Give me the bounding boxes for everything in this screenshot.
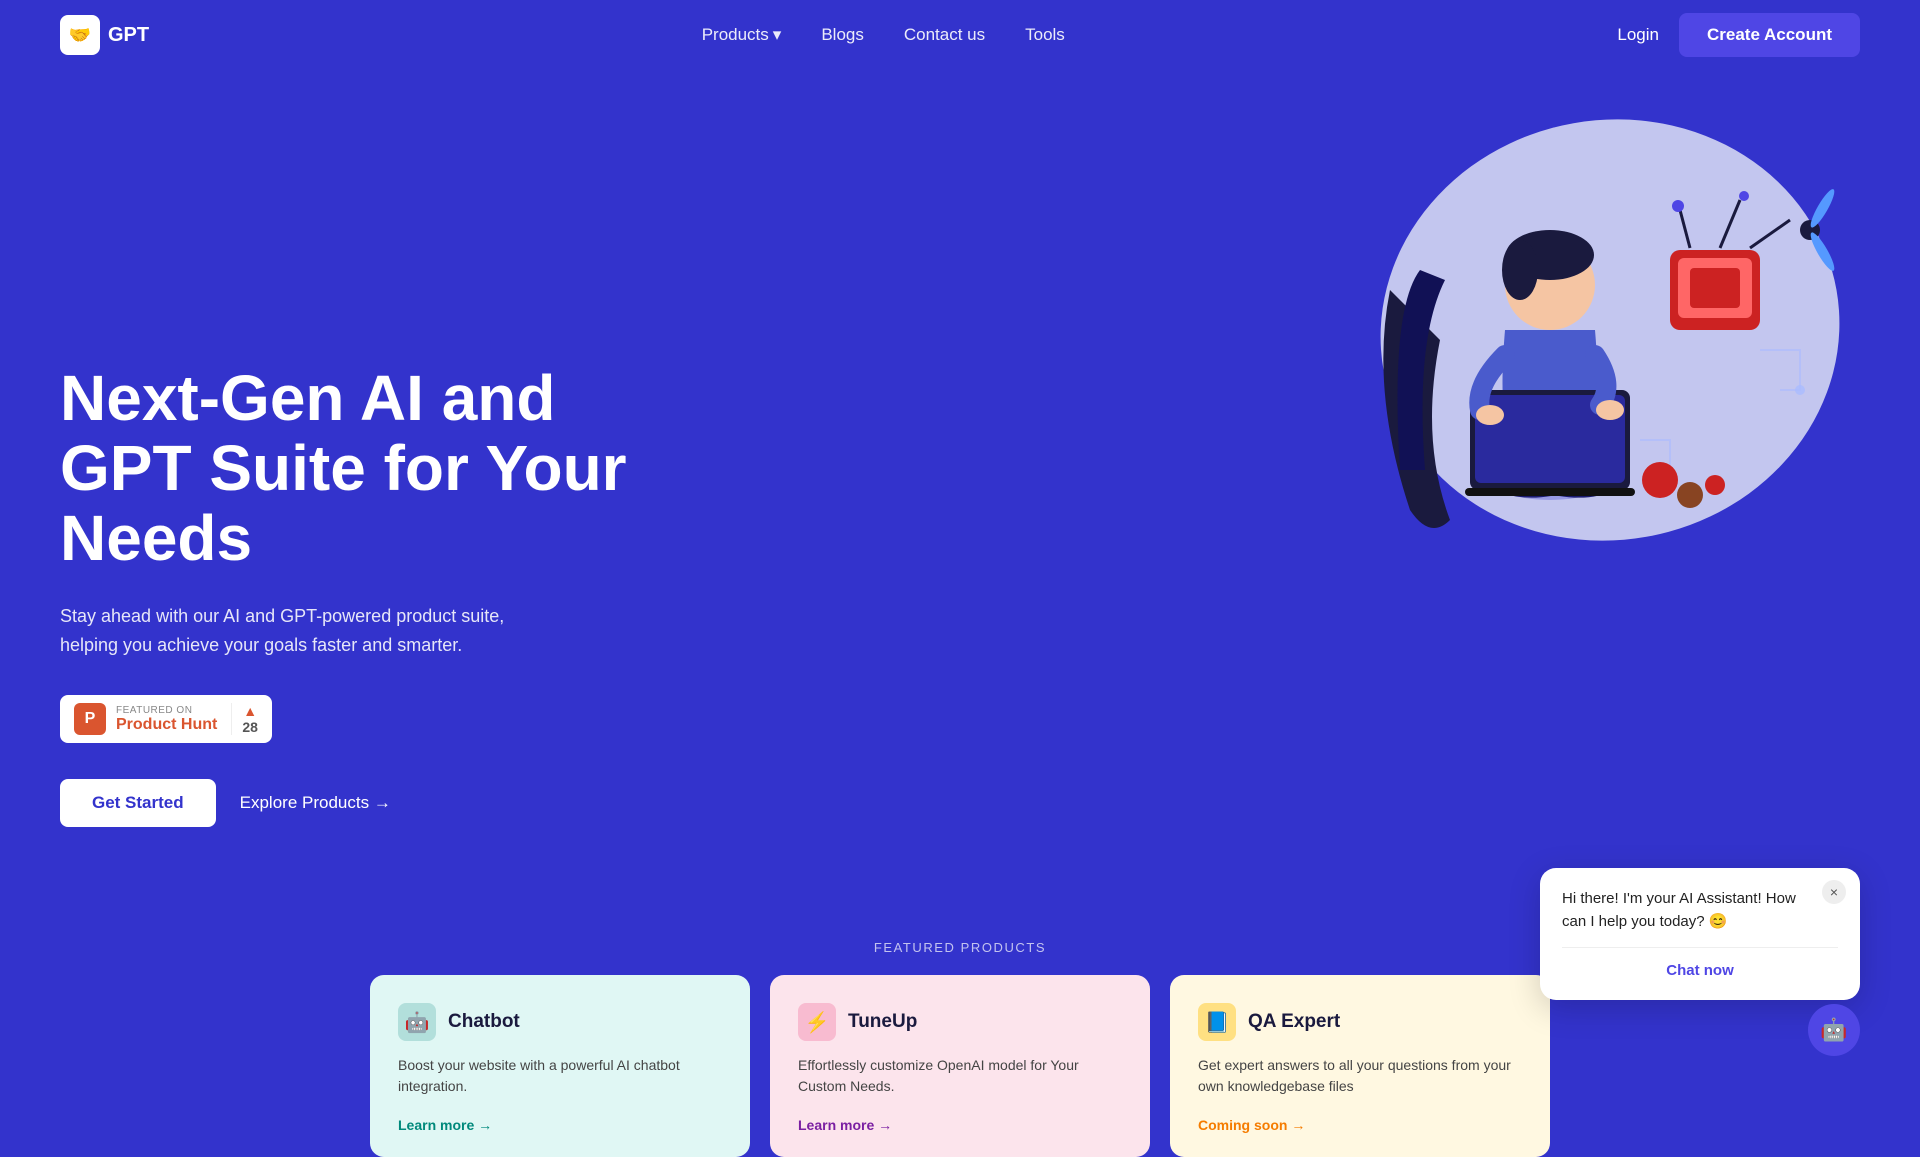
login-button[interactable]: Login	[1617, 25, 1659, 45]
chat-fab-button[interactable]: 🤖	[1808, 1004, 1860, 1056]
nav-link-tools[interactable]: Tools	[1025, 25, 1065, 44]
nav-actions: Login Create Account	[1617, 13, 1860, 57]
nav-link-products[interactable]: Products ▾	[702, 25, 782, 45]
hero-subtitle: Stay ahead with our AI and GPT-powered p…	[60, 602, 560, 660]
chevron-down-icon: ▾	[773, 25, 782, 45]
chat-close-button[interactable]: ×	[1822, 880, 1846, 904]
qa-card-header: 📘 QA Expert	[1198, 1003, 1522, 1041]
hero-content: Next-Gen AI and GPT Suite for Your Needs…	[60, 363, 680, 828]
ph-number: 28	[242, 719, 258, 735]
tuneup-title: TuneUp	[848, 1011, 917, 1033]
tuneup-learn-more[interactable]: Learn more →	[798, 1117, 1122, 1133]
nav-link-contact[interactable]: Contact us	[904, 25, 985, 44]
nav-item-contact[interactable]: Contact us	[904, 25, 985, 45]
hero-title: Next-Gen AI and GPT Suite for Your Needs	[60, 363, 680, 574]
qa-coming-soon[interactable]: Coming soon →	[1198, 1117, 1522, 1133]
qa-desc: Get expert answers to all your questions…	[1198, 1055, 1522, 1097]
ph-arrow-icon: ▲	[243, 703, 257, 719]
chatbot-desc: Boost your website with a powerful AI ch…	[398, 1055, 722, 1097]
product-card-qa: 📘 QA Expert Get expert answers to all yo…	[1170, 975, 1550, 1157]
product-card-chatbot: 🤖 Chatbot Boost your website with a powe…	[370, 975, 750, 1157]
nav-links: Products ▾ Blogs Contact us Tools	[702, 25, 1065, 45]
qa-title: QA Expert	[1248, 1011, 1340, 1033]
chat-message: Hi there! I'm your AI Assistant! How can…	[1562, 888, 1838, 933]
logo[interactable]: 🤝 GPT	[60, 15, 149, 55]
nav-item-tools[interactable]: Tools	[1025, 25, 1065, 45]
create-account-button[interactable]: Create Account	[1679, 13, 1860, 57]
chatbot-learn-more[interactable]: Learn more →	[398, 1117, 722, 1133]
chatbot-icon: 🤖	[398, 1003, 436, 1041]
product-hunt-badge[interactable]: P FEATURED ON Product Hunt ▲ 28	[60, 695, 272, 743]
ph-count: ▲ 28	[231, 703, 258, 735]
product-hunt-text: FEATURED ON Product Hunt	[116, 705, 217, 734]
logo-text: GPT	[108, 24, 149, 47]
get-started-button[interactable]: Get Started	[60, 779, 216, 827]
product-card-tuneup: ⚡ TuneUp Effortlessly customize OpenAI m…	[770, 975, 1150, 1157]
tuneup-card-header: ⚡ TuneUp	[798, 1003, 1122, 1041]
chat-now-button[interactable]: Chat now	[1562, 962, 1838, 979]
hero-buttons: Get Started Explore Products →	[60, 779, 680, 827]
navbar: 🤝 GPT Products ▾ Blogs Contact us Tools …	[0, 0, 1920, 70]
explore-products-button[interactable]: Explore Products →	[240, 793, 391, 813]
chat-widget: × Hi there! I'm your AI Assistant! How c…	[1540, 868, 1860, 1000]
chat-divider	[1562, 947, 1838, 948]
tuneup-icon: ⚡	[798, 1003, 836, 1041]
ph-name: Product Hunt	[116, 716, 217, 734]
hero-illustration	[1290, 90, 1890, 570]
nav-item-products[interactable]: Products ▾	[702, 25, 782, 45]
chatbot-card-header: 🤖 Chatbot	[398, 1003, 722, 1041]
ph-featured-on-label: FEATURED ON	[116, 705, 217, 716]
nav-item-blogs[interactable]: Blogs	[821, 25, 864, 45]
chatbot-title: Chatbot	[448, 1011, 520, 1033]
products-grid: 🤖 Chatbot Boost your website with a powe…	[60, 975, 1860, 1157]
logo-icon: 🤝	[60, 15, 100, 55]
nav-link-blogs[interactable]: Blogs	[821, 25, 864, 44]
chat-fab-icon: 🤖	[1820, 1017, 1847, 1043]
product-hunt-logo: P	[74, 703, 106, 735]
tuneup-desc: Effortlessly customize OpenAI model for …	[798, 1055, 1122, 1097]
qa-icon: 📘	[1198, 1003, 1236, 1041]
